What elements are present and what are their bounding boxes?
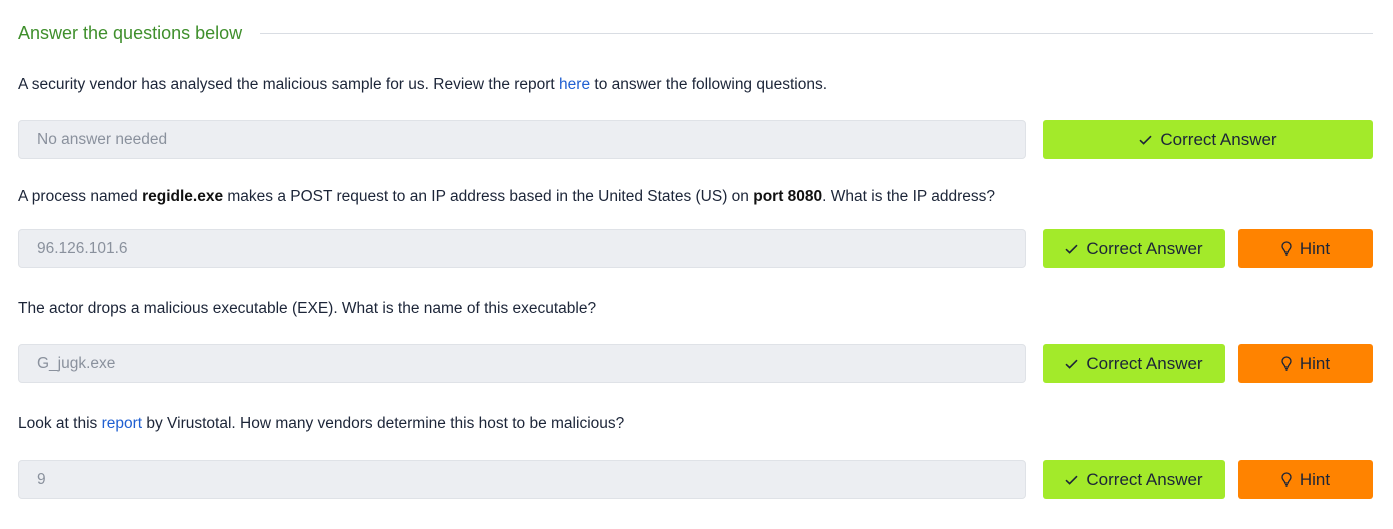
section-divider <box>260 32 1373 34</box>
lightbulb-icon <box>1281 356 1292 371</box>
question-4-hint-button[interactable]: Hint <box>1238 460 1373 499</box>
hint-label: Hint <box>1299 469 1331 489</box>
check-icon <box>1139 135 1152 145</box>
task-answers-panel: Answer the questions below A security ve… <box>0 0 1393 529</box>
question-2-part-3: . What is the IP address? <box>822 188 996 205</box>
hint-label: Hint <box>1299 353 1331 373</box>
question-4-suffix: by Virustotal. How many vendors determin… <box>142 415 625 432</box>
question-1-answer-field[interactable]: No answer needed <box>18 120 1026 159</box>
lightbulb-icon <box>1281 472 1292 487</box>
lightbulb-icon <box>1281 241 1292 256</box>
hint-label: Hint <box>1299 238 1331 258</box>
section-title: Answer the questions below <box>18 22 243 43</box>
correct-answer-label: Correct Answer <box>1086 353 1203 373</box>
check-icon <box>1065 475 1078 485</box>
question-3-correct-answer-button[interactable]: Correct Answer <box>1043 344 1225 383</box>
question-3-answer-field[interactable]: G_jugk.exe <box>18 344 1026 383</box>
question-1-prefix: A security vendor has analysed the malic… <box>18 76 560 93</box>
question-2-text: A process named regidle.exe makes a POST… <box>18 186 995 208</box>
section-header: Answer the questions below <box>18 20 1373 46</box>
question-4-text: Look at this report by Virustotal. How m… <box>18 413 624 435</box>
question-1-report-link[interactable]: here <box>559 76 590 93</box>
question-2-part-2: makes a POST request to an IP address ba… <box>223 188 754 205</box>
question-2-correct-answer-button[interactable]: Correct Answer <box>1043 229 1225 268</box>
correct-answer-label: Correct Answer <box>1160 129 1277 149</box>
question-4-prefix: Look at this <box>18 415 102 432</box>
question-2-port: port 8080 <box>753 188 823 205</box>
question-4-correct-answer-button[interactable]: Correct Answer <box>1043 460 1225 499</box>
check-icon <box>1065 359 1078 369</box>
question-2-hint-button[interactable]: Hint <box>1238 229 1373 268</box>
question-2-answer-field[interactable]: 96.126.101.6 <box>18 229 1026 268</box>
correct-answer-label: Correct Answer <box>1086 469 1203 489</box>
question-1-suffix: to answer the following questions. <box>590 76 828 93</box>
question-2-part-1: A process named <box>18 188 143 205</box>
correct-answer-label: Correct Answer <box>1086 238 1203 258</box>
question-3-hint-button[interactable]: Hint <box>1238 344 1373 383</box>
question-3-text: The actor drops a malicious executable (… <box>18 300 597 317</box>
question-1-text: A security vendor has analysed the malic… <box>18 74 827 96</box>
question-1-correct-answer-button[interactable]: Correct Answer <box>1043 120 1373 159</box>
question-2-process-name: regidle.exe <box>142 188 224 205</box>
question-4-report-link[interactable]: report <box>102 415 143 432</box>
question-4-answer-field[interactable]: 9 <box>18 460 1026 499</box>
check-icon <box>1065 244 1078 254</box>
